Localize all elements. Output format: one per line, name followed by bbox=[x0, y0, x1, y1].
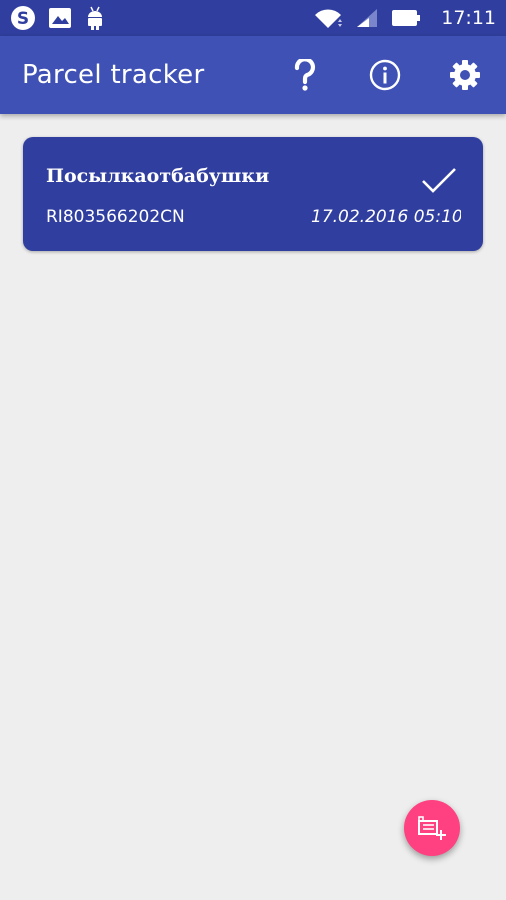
toolbar-actions bbox=[286, 56, 484, 94]
battery-icon bbox=[392, 10, 421, 26]
info-icon bbox=[369, 59, 401, 91]
skype-icon: S bbox=[11, 6, 35, 30]
parcel-card[interactable]: Посылкаотбабушки RI803566202CN 17.02.201… bbox=[23, 137, 483, 251]
parcel-date: 17.02.2016 05:10 bbox=[311, 207, 461, 227]
add-parcel-button[interactable] bbox=[404, 800, 460, 856]
status-left-icons: S bbox=[10, 5, 106, 31]
android-icon bbox=[88, 6, 102, 30]
add-parcel-icon bbox=[418, 816, 446, 840]
svg-text:S: S bbox=[17, 9, 29, 29]
app-bar: Parcel tracker bbox=[0, 36, 506, 114]
signal-icon bbox=[357, 9, 378, 27]
help-button[interactable] bbox=[286, 56, 324, 94]
help-icon bbox=[294, 59, 316, 91]
app-title: Parcel tracker bbox=[22, 60, 205, 90]
image-icon bbox=[49, 8, 71, 28]
parcel-name: Посылкаотбабушки bbox=[46, 165, 270, 187]
tracking-code: RI803566202CN bbox=[46, 207, 185, 227]
wifi-icon bbox=[315, 9, 343, 28]
settings-button[interactable] bbox=[446, 56, 484, 94]
status-bar: S 17:11 bbox=[0, 0, 506, 36]
status-time: 17:11 bbox=[441, 7, 496, 29]
info-button[interactable] bbox=[366, 56, 404, 94]
settings-icon bbox=[450, 60, 480, 90]
check-icon bbox=[422, 168, 456, 193]
status-right-icons: 17:11 bbox=[313, 7, 496, 29]
